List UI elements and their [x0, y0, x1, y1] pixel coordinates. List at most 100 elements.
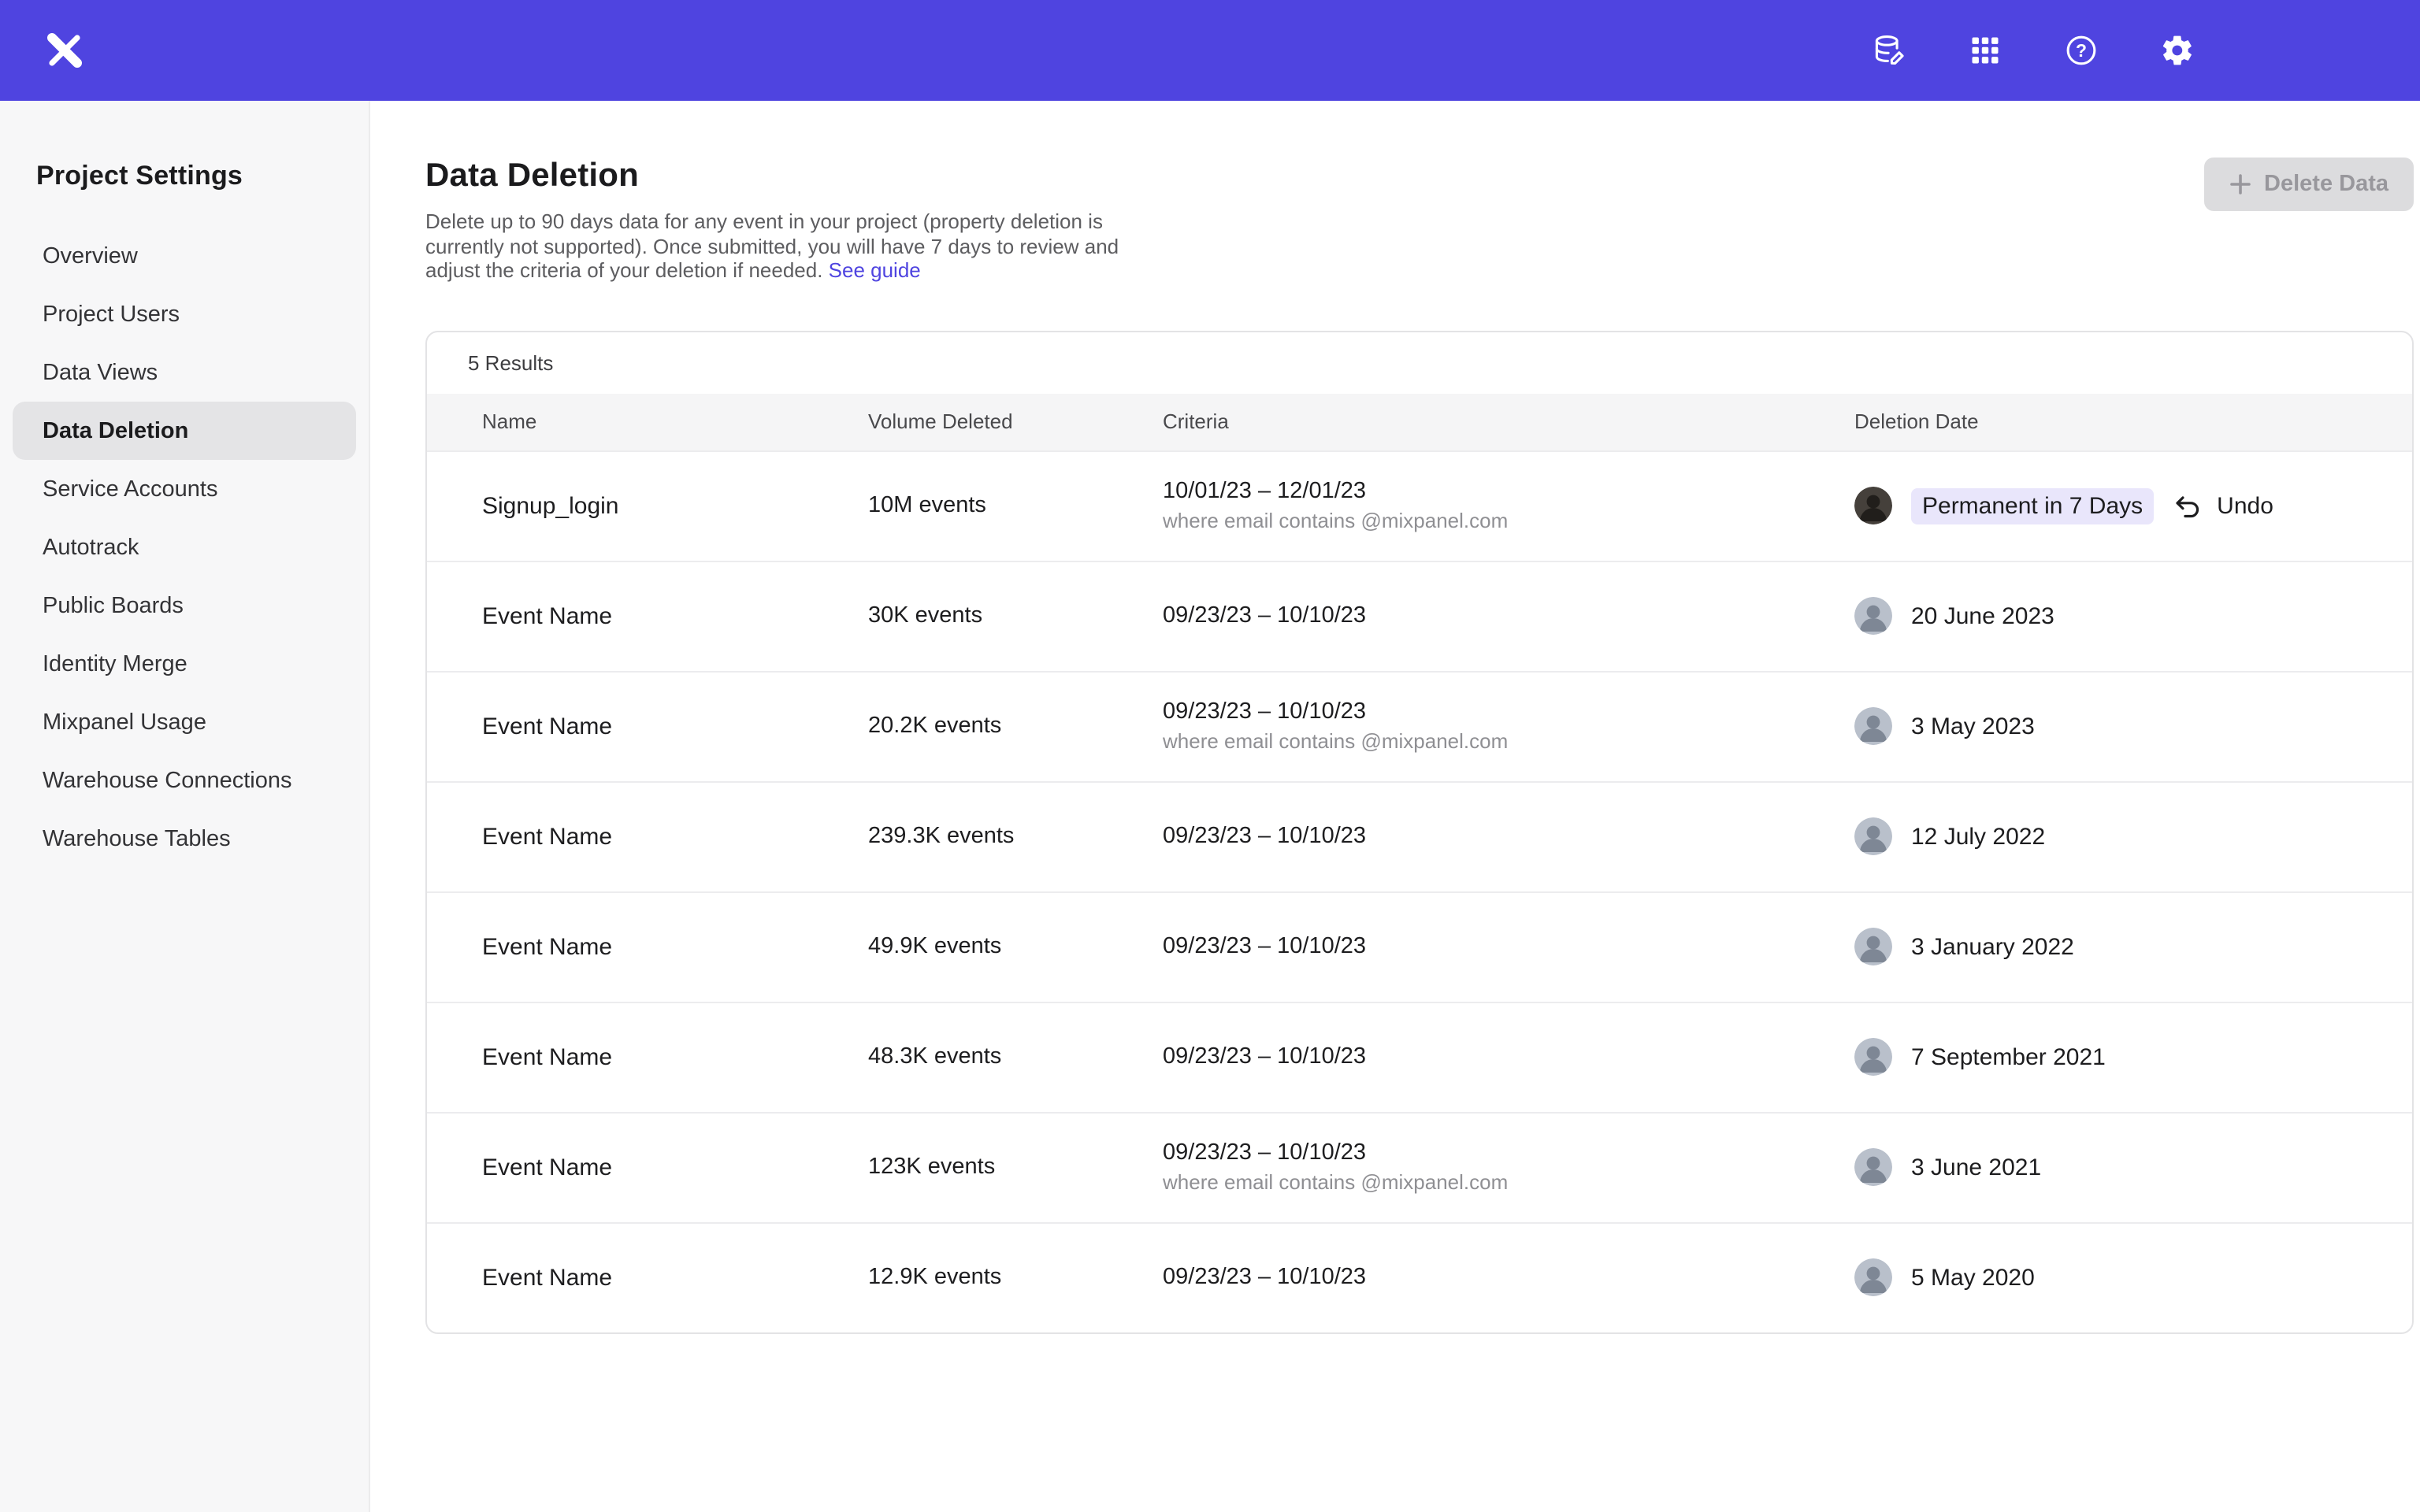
- avatar: [1854, 1148, 1892, 1186]
- column-header-name: Name: [482, 410, 868, 433]
- settings-icon[interactable]: [2158, 32, 2196, 69]
- app-root: ? Project Settings OverviewProject Users…: [0, 0, 2420, 1512]
- sidebar-nav: Overview Project Users Data Views Data Dele…: [0, 227, 369, 868]
- avatar: [1854, 707, 1892, 745]
- delete-data-button-label: Delete Data: [2264, 172, 2388, 197]
- sidebar-item-autotrack[interactable]: Autotrack: [13, 518, 356, 576]
- sidebar-item-public-boards[interactable]: Public Boards: [13, 576, 356, 635]
- avatar: [1854, 1258, 1892, 1296]
- mixpanel-logo[interactable]: [44, 30, 85, 71]
- apps-grid-icon[interactable]: [1966, 32, 2004, 69]
- results-count: 5 Results: [427, 332, 2412, 393]
- row-deletion-label: 3 May 2023: [1911, 713, 2035, 739]
- sidebar-item-label: Identity Merge: [43, 651, 187, 676]
- row-name: Event Name: [482, 713, 868, 739]
- sidebar-item-identity-merge[interactable]: Identity Merge: [13, 635, 356, 693]
- sidebar-item-label: Data Views: [43, 360, 158, 385]
- row-criteria-filter: where email contains @mixpanel.com: [1163, 509, 1854, 532]
- column-header-deletion-date: Deletion Date: [1854, 410, 2412, 433]
- topbar: ?: [0, 0, 2420, 101]
- table-row: Event Name 123K events 09/23/23 – 10/10/…: [427, 1111, 2412, 1221]
- row-deletion-date: 20 June 2023: [1854, 597, 2412, 635]
- page-title: Data Deletion: [425, 158, 1120, 195]
- data-icon[interactable]: [1870, 32, 1908, 69]
- page-description-text: Delete up to 90 days data for any event …: [425, 209, 1119, 282]
- sidebar-item-data-views[interactable]: Data Views: [13, 343, 356, 402]
- row-criteria: 09/23/23 – 10/10/23: [1163, 1044, 1854, 1069]
- avatar: [1854, 1038, 1892, 1076]
- avatar: [1854, 597, 1892, 635]
- delete-data-button[interactable]: Delete Data: [2204, 158, 2414, 211]
- row-deletion-date: Permanent in 7 Days Undo: [1854, 487, 2412, 524]
- row-criteria-range: 09/23/23 – 10/10/23: [1163, 1044, 1854, 1069]
- row-name: Event Name: [482, 1264, 868, 1291]
- main-header: Data Deletion Delete up to 90 days data …: [425, 158, 2414, 283]
- table-row: Event Name 49.9K events 09/23/23 – 10/10…: [427, 891, 2412, 1001]
- row-criteria-filter: where email contains @mixpanel.com: [1163, 729, 1854, 753]
- row-criteria-range: 09/23/23 – 10/10/23: [1163, 699, 1854, 724]
- row-criteria-range: 10/01/23 – 12/01/23: [1163, 479, 1854, 504]
- row-criteria: 09/23/23 – 10/10/23: [1163, 934, 1854, 959]
- row-volume-deleted: 123K events: [868, 1154, 1163, 1180]
- table-row: Event Name 12.9K events 09/23/23 – 10/10…: [427, 1221, 2412, 1332]
- avatar: [1854, 928, 1892, 965]
- main-content: Data Deletion Delete up to 90 days data …: [370, 101, 2420, 1512]
- row-deletion-date: 5 May 2020: [1854, 1258, 2412, 1296]
- svg-text:?: ?: [2076, 40, 2087, 61]
- row-criteria-range: 09/23/23 – 10/10/23: [1163, 1140, 1854, 1166]
- row-criteria: 09/23/23 – 10/10/23 where email contains…: [1163, 699, 1854, 753]
- sidebar-item-data-deletion[interactable]: Data Deletion: [13, 402, 356, 460]
- row-volume-deleted: 10M events: [868, 493, 1163, 518]
- row-volume-deleted: 12.9K events: [868, 1265, 1163, 1290]
- row-name: Event Name: [482, 602, 868, 629]
- row-criteria: 09/23/23 – 10/10/23: [1163, 824, 1854, 849]
- table-row: Event Name 30K events 09/23/23 – 10/10/2…: [427, 560, 2412, 670]
- sidebar-item-label: Warehouse Connections: [43, 768, 292, 793]
- sidebar-item-overview[interactable]: Overview: [13, 227, 356, 285]
- sidebar-item-warehouse-connections[interactable]: Warehouse Connections: [13, 751, 356, 810]
- row-criteria-range: 09/23/23 – 10/10/23: [1163, 603, 1854, 628]
- sidebar-item-label: Warehouse Tables: [43, 826, 231, 851]
- row-deletion-label: 12 July 2022: [1911, 823, 2045, 850]
- undo-button[interactable]: Undo: [2173, 491, 2273, 521]
- row-deletion-label: 3 January 2022: [1911, 933, 2074, 960]
- row-deletion-label: 3 June 2021: [1911, 1154, 2041, 1180]
- undo-button-label: Undo: [2217, 492, 2273, 519]
- sidebar-item-label: Project Users: [43, 302, 180, 327]
- row-criteria: 10/01/23 – 12/01/23 where email contains…: [1163, 479, 1854, 532]
- sidebar-item-label: Mixpanel Usage: [43, 710, 206, 735]
- help-icon[interactable]: ?: [2062, 32, 2100, 69]
- row-deletion-date: 3 January 2022: [1854, 928, 2412, 965]
- undo-icon: [2173, 491, 2203, 521]
- deletion-table-card: 5 Results Name Volume Deleted Criteria D…: [425, 330, 2414, 1333]
- row-name: Event Name: [482, 1154, 868, 1180]
- table-row: Event Name 239.3K events 09/23/23 – 10/1…: [427, 780, 2412, 891]
- row-criteria-filter: where email contains @mixpanel.com: [1163, 1170, 1854, 1194]
- row-volume-deleted: 30K events: [868, 603, 1163, 628]
- sidebar-item-service-accounts[interactable]: Service Accounts: [13, 460, 356, 518]
- row-volume-deleted: 20.2K events: [868, 713, 1163, 739]
- sidebar-item-label: Overview: [43, 243, 138, 269]
- sidebar-item-warehouse-tables[interactable]: Warehouse Tables: [13, 810, 356, 868]
- row-deletion-date: 12 July 2022: [1854, 817, 2412, 855]
- sidebar: Project Settings OverviewProject UsersDa…: [0, 101, 370, 1512]
- row-criteria-range: 09/23/23 – 10/10/23: [1163, 1265, 1854, 1290]
- row-deletion-label: 5 May 2020: [1911, 1264, 2035, 1291]
- row-deletion-date: 3 May 2023: [1854, 707, 2412, 745]
- row-name: Event Name: [482, 933, 868, 960]
- see-guide-link[interactable]: See guide: [829, 258, 921, 282]
- row-criteria-range: 09/23/23 – 10/10/23: [1163, 824, 1854, 849]
- table-row: Event Name 48.3K events 09/23/23 – 10/10…: [427, 1001, 2412, 1111]
- row-name: Signup_login: [482, 492, 868, 519]
- sidebar-item-project-users[interactable]: Project Users: [13, 285, 356, 343]
- column-header-volume: Volume Deleted: [868, 410, 1163, 433]
- sidebar-item-label: Autotrack: [43, 535, 139, 560]
- sidebar-item-label: Data Deletion: [43, 418, 188, 443]
- row-volume-deleted: 49.9K events: [868, 934, 1163, 959]
- sidebar-item-mixpanel-usage[interactable]: Mixpanel Usage: [13, 693, 356, 751]
- row-volume-deleted: 48.3K events: [868, 1044, 1163, 1069]
- sidebar-item-label: Public Boards: [43, 593, 184, 618]
- row-deletion-date: 3 June 2021: [1854, 1148, 2412, 1186]
- row-criteria-range: 09/23/23 – 10/10/23: [1163, 934, 1854, 959]
- row-name: Event Name: [482, 1043, 868, 1070]
